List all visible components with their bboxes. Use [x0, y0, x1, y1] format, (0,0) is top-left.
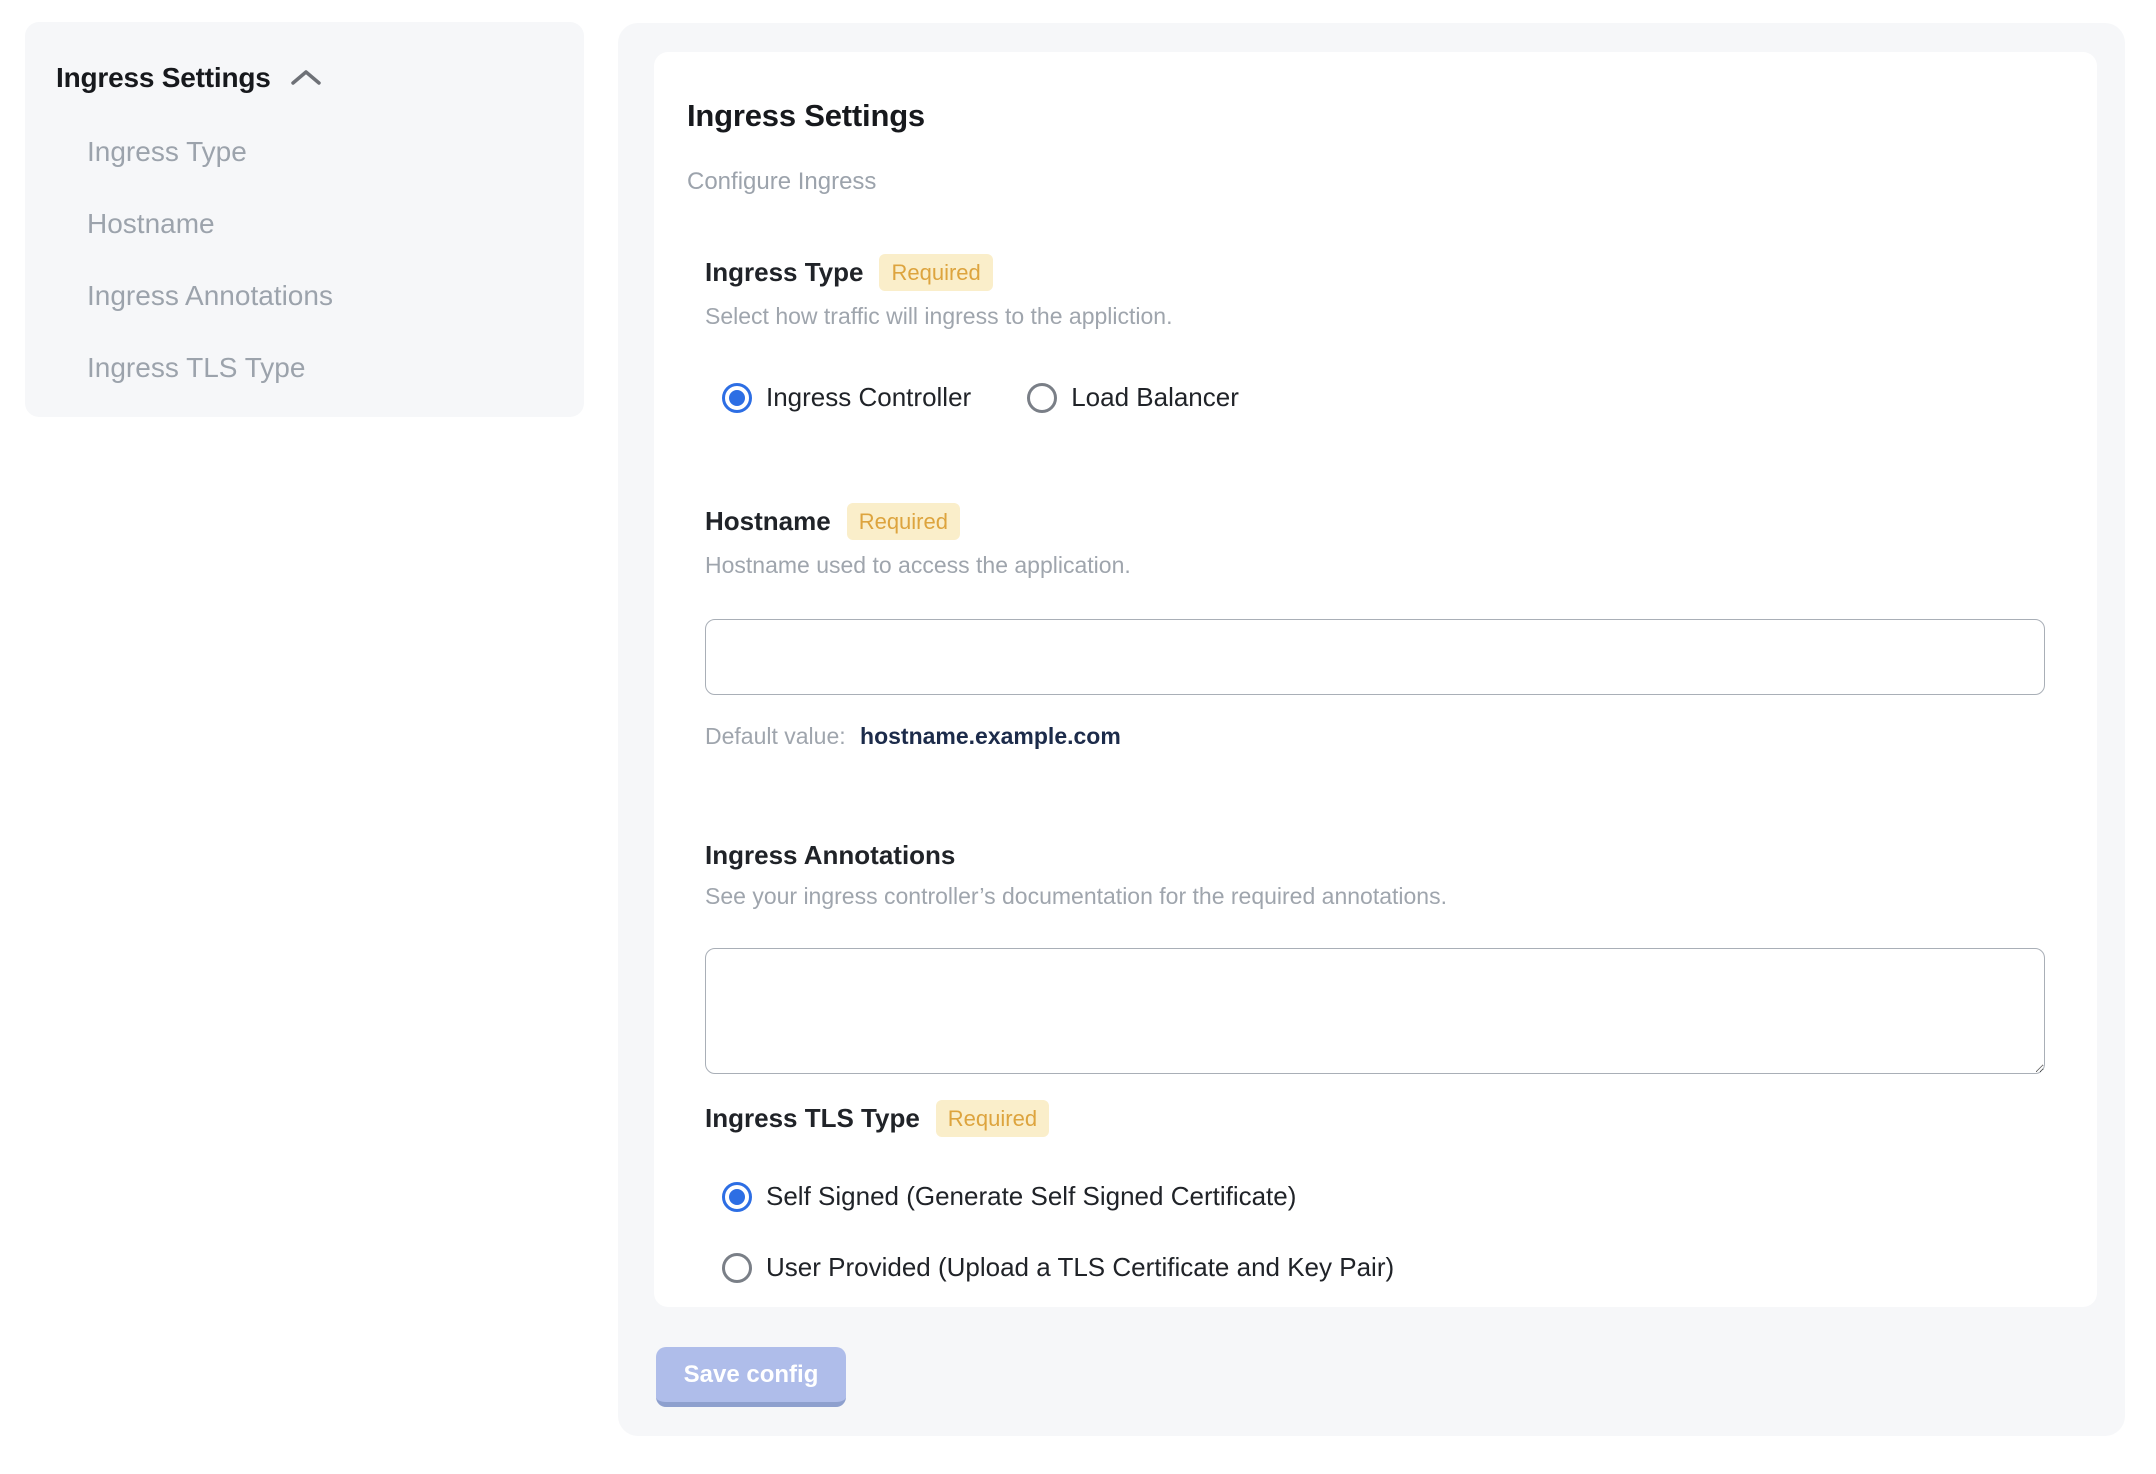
required-badge: Required — [879, 254, 993, 291]
radio-load-balancer[interactable]: Load Balancer — [1027, 382, 1239, 413]
annotations-textarea[interactable] — [705, 948, 2045, 1074]
radio-unselected-icon — [1027, 382, 1058, 413]
default-value-text: hostname.example.com — [860, 723, 1121, 749]
sidebar-item-ingress-annotations[interactable]: Ingress Annotations — [56, 260, 554, 332]
required-badge: Required — [935, 1100, 1050, 1137]
radio-label: User Provided (Upload a TLS Certificate … — [766, 1252, 1395, 1282]
hostname-input[interactable] — [705, 619, 2045, 695]
radio-label: Ingress Controller — [766, 382, 972, 412]
radio-label: Self Signed (Generate Self Signed Certif… — [766, 1181, 1297, 1211]
page-title: Ingress Settings — [687, 98, 925, 133]
sidebar-section-toggle[interactable]: Ingress Settings — [56, 62, 554, 94]
sidebar-item-ingress-tls-type[interactable]: Ingress TLS Type — [56, 332, 554, 404]
field-description-ingress-annotations: See your ingress controller’s documentat… — [705, 883, 1447, 909]
field-description-ingress-type: Select how traffic will ingress to the a… — [705, 303, 1173, 329]
settings-sidebar: Ingress Settings Ingress Type Hostname I… — [25, 22, 584, 417]
page-subtitle: Configure Ingress — [687, 168, 877, 195]
section-ingress-tls-type: Ingress TLS Type Required Self Signed (G… — [705, 1100, 2057, 1283]
required-badge: Required — [846, 503, 960, 540]
sidebar-nav: Ingress Type Hostname Ingress Annotation… — [56, 116, 554, 404]
ingress-settings-card: Ingress Settings Configure Ingress Ingre… — [654, 52, 2097, 1307]
save-config-button[interactable]: Save config — [656, 1347, 846, 1407]
radio-selected-icon — [722, 382, 752, 413]
radio-self-signed[interactable]: Self Signed (Generate Self Signed Certif… — [722, 1181, 2057, 1212]
chevron-up-icon — [289, 68, 323, 88]
sidebar-item-hostname[interactable]: Hostname — [56, 188, 554, 260]
section-hostname: Hostname Required Hostname used to acces… — [705, 503, 2057, 750]
field-description-hostname: Hostname used to access the application. — [705, 552, 1131, 578]
default-value-prefix: Default value: — [705, 723, 846, 749]
radio-ingress-controller[interactable]: Ingress Controller — [722, 382, 971, 413]
radio-selected-icon — [722, 1181, 752, 1212]
radio-user-provided[interactable]: User Provided (Upload a TLS Certificate … — [722, 1252, 2057, 1283]
field-label-ingress-annotations: Ingress Annotations — [705, 840, 956, 870]
sidebar-item-ingress-type[interactable]: Ingress Type — [56, 116, 554, 188]
field-label-hostname: Hostname — [705, 506, 831, 536]
radio-label: Load Balancer — [1071, 382, 1239, 412]
hostname-default-line: Default value: hostname.example.com — [705, 723, 2057, 750]
radio-unselected-icon — [722, 1252, 752, 1283]
field-label-ingress-type: Ingress Type — [705, 257, 864, 287]
section-ingress-annotations: Ingress Annotations See your ingress con… — [705, 840, 2057, 1074]
main-panel: Ingress Settings Configure Ingress Ingre… — [618, 23, 2125, 1436]
field-label-ingress-tls-type: Ingress TLS Type — [705, 1103, 920, 1133]
sidebar-section-title: Ingress Settings — [56, 62, 271, 93]
section-ingress-type: Ingress Type Required Select how traffic… — [705, 254, 2057, 413]
